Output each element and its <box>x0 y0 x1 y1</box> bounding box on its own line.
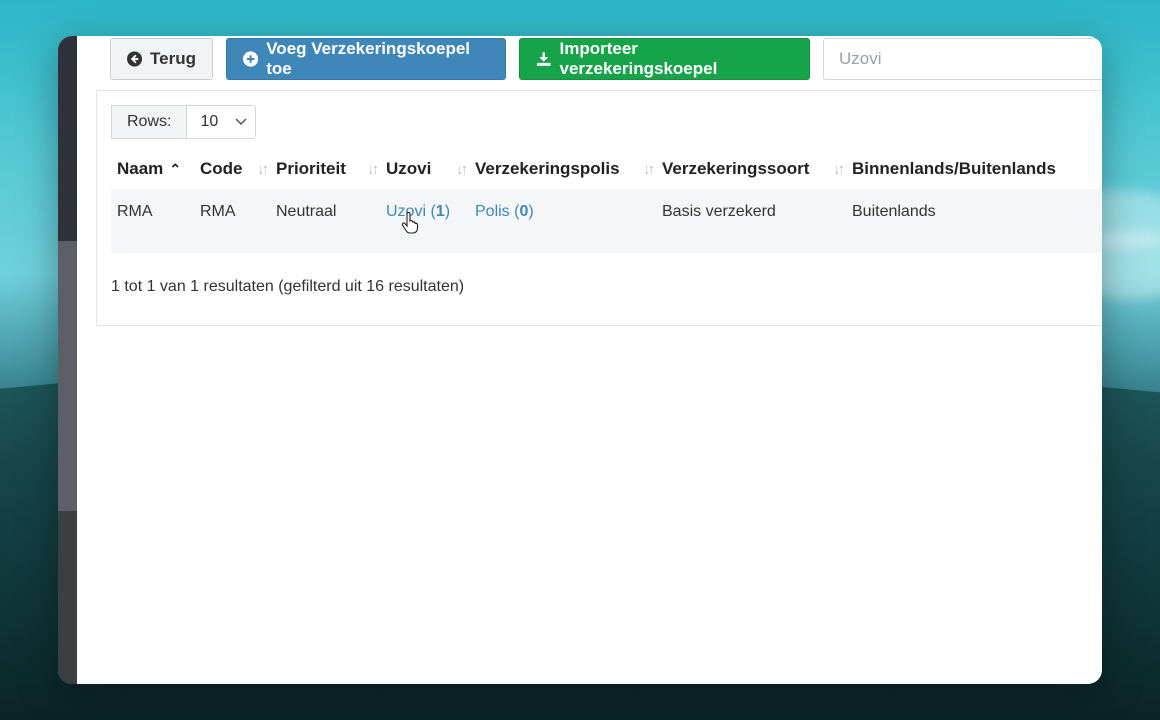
column-header-uzovi[interactable]: Uzovi ↓↑ <box>380 149 469 189</box>
uzovi-link-close: ) <box>444 203 451 220</box>
search-input[interactable] <box>823 38 1102 80</box>
cell-binnenlands-buitenlands: Buitenlands <box>852 203 936 220</box>
sort-icon: ↓↑ <box>456 161 468 178</box>
column-header-label: Code <box>200 159 243 178</box>
column-header-label: Verzekeringssoort <box>662 159 810 178</box>
add-insurance-group-button[interactable]: Voeg Verzekeringskoepel toe <box>226 38 506 80</box>
column-header-prioriteit[interactable]: Prioriteit ↓↑ <box>270 149 380 189</box>
cell-naam: RMA <box>117 203 153 220</box>
import-insurance-group-button[interactable]: Importeer verzekeringskoepel <box>519 38 810 80</box>
rows-label: Rows: <box>111 105 187 139</box>
plus-circle-icon <box>243 51 259 67</box>
chevron-down-icon <box>235 118 247 126</box>
sidebar-rail <box>58 36 77 684</box>
column-header-verzekeringspolis[interactable]: Verzekeringspolis ↓↑ <box>469 149 656 189</box>
back-button-label: Terug <box>150 49 196 68</box>
rows-per-page-select[interactable]: 10 <box>186 105 257 139</box>
polis-link-close: ) <box>528 203 534 220</box>
cell-code: RMA <box>200 203 236 220</box>
sort-icon: ↓↑ <box>367 161 379 178</box>
arrow-left-circle-icon <box>127 51 143 67</box>
table-row: RMA RMA Neutraal Uzovi (1) Polis (0) Bas… <box>111 189 1102 253</box>
rows-per-page-control: Rows: 10 <box>111 105 257 139</box>
app-window: Terug Voeg Verzekeringskoepel toe Import… <box>58 36 1102 684</box>
uzovi-count: 1 <box>435 203 445 220</box>
back-button[interactable]: Terug <box>110 38 213 80</box>
add-button-label: Voeg Verzekeringskoepel toe <box>266 39 471 78</box>
column-header-binnenlands-buitenlands[interactable]: Binnenlands/Buitenlands↓↑ <box>846 149 1102 189</box>
column-header-label: Uzovi <box>386 159 432 178</box>
results-panel: Rows: 10 Naam ⌃ Code ↓↑ Prioriteit ↓↑ Uz… <box>96 90 1102 326</box>
import-button-label: Importeer verzekeringskoepel <box>559 39 718 78</box>
toolbar: Terug Voeg Verzekeringskoepel toe Import… <box>110 38 1102 80</box>
sort-icon: ↓↑ <box>833 161 845 178</box>
sort-icon: ↓↑ <box>257 161 269 178</box>
rows-select-value: 10 <box>200 113 219 130</box>
pagination-info: 1 tot 1 van 1 resultaten (gefilterd uit … <box>111 278 465 295</box>
hand-pointer-cursor-icon <box>401 212 419 234</box>
column-header-verzekeringssoort[interactable]: Verzekeringssoort ↓↑ <box>656 149 846 189</box>
cell-verzekeringssoort: Basis verzekerd <box>662 203 776 220</box>
column-header-naam[interactable]: Naam ⌃ <box>111 149 194 189</box>
column-header-label: Naam <box>117 159 164 178</box>
cell-uzovi: Uzovi (1) <box>380 189 469 253</box>
column-header-code[interactable]: Code ↓↑ <box>194 149 270 189</box>
sort-ascending-icon: ⌃ <box>169 161 182 177</box>
sidebar-shade <box>58 241 77 511</box>
cell-prioriteit: Neutraal <box>276 203 337 220</box>
column-header-label: Verzekeringspolis <box>475 159 620 178</box>
cell-verzekeringspolis: Polis (0) <box>469 189 656 253</box>
sidebar-shade-lower <box>58 511 77 684</box>
column-header-label: Prioriteit <box>276 159 346 178</box>
polis-link[interactable]: Polis (0) <box>475 203 534 220</box>
table-header-row: Naam ⌃ Code ↓↑ Prioriteit ↓↑ Uzovi ↓↑ Verzek… <box>111 149 1102 189</box>
download-icon <box>536 52 551 66</box>
column-header-label: Binnenlands/Buitenlands <box>852 159 1057 178</box>
sort-icon: ↓↑ <box>643 161 655 178</box>
polis-link-text: Polis ( <box>475 203 520 220</box>
insurance-groups-table: Naam ⌃ Code ↓↑ Prioriteit ↓↑ Uzovi ↓↑ Verzek… <box>111 149 1102 253</box>
